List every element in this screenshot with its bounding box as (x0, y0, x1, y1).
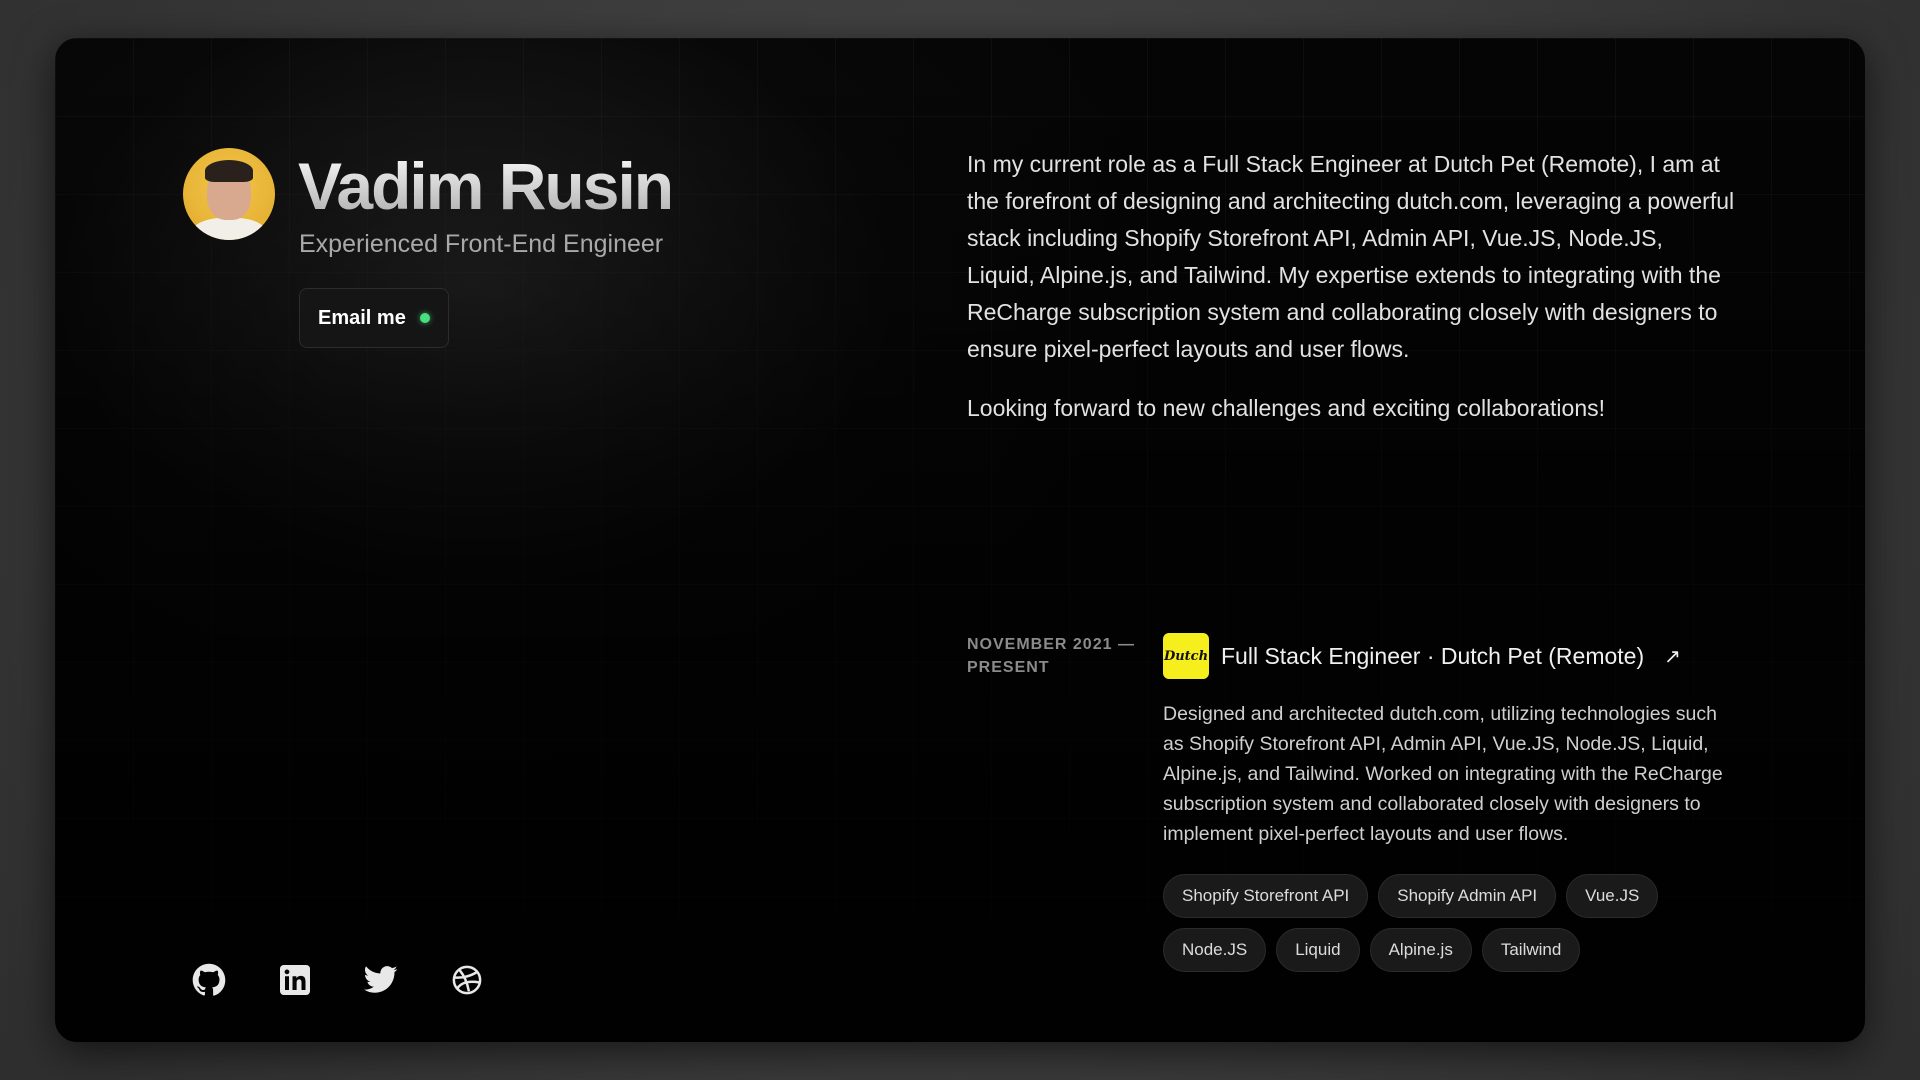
twitter-link[interactable] (363, 962, 399, 998)
dribbble-link[interactable] (449, 962, 485, 998)
about-paragraph: Looking forward to new challenges and ex… (967, 395, 1606, 421)
experience-date: NOVEMBER 2021 — PRESENT (967, 633, 1147, 679)
date-end: PRESENT (967, 659, 1050, 676)
social-links (191, 962, 485, 998)
tech-tags: Shopify Storefront API Shopify Admin API… (1163, 874, 1723, 972)
about-paragraph: In my current role as a Full Stack Engin… (967, 151, 1735, 362)
tech-tag: Shopify Admin API (1378, 874, 1557, 918)
experience-title: Full Stack Engineer · Dutch Pet (Remote) (1221, 642, 1645, 669)
experience-title-link[interactable]: Dutch Full Stack Engineer · Dutch Pet (R… (1163, 633, 1723, 679)
tech-tag: Tailwind (1481, 928, 1581, 972)
profile-subtitle: Experienced Front-End Engineer (299, 230, 664, 258)
portfolio-card: Vadim Rusin Experienced Front-End Engine… (55, 38, 1865, 1042)
tech-tag: Liquid (1276, 928, 1360, 972)
email-me-label: Email me (318, 306, 406, 329)
email-me-button[interactable]: Email me (299, 288, 449, 348)
avatar (183, 148, 275, 240)
tech-tag: Vue.JS (1566, 874, 1659, 918)
experience-description: Designed and architected dutch.com, util… (1163, 703, 1723, 845)
tech-tag: Node.JS (1163, 928, 1267, 972)
linkedin-icon (280, 965, 310, 995)
status-dot-icon (419, 313, 430, 323)
github-icon (192, 963, 226, 996)
tech-tag: Shopify Storefront API (1163, 874, 1369, 918)
experience-details: Dutch Full Stack Engineer · Dutch Pet (R… (1163, 633, 1723, 972)
linkedin-link[interactable] (277, 962, 313, 998)
dutch-logo-icon: Dutch (1163, 633, 1209, 679)
twitter-icon (364, 966, 398, 993)
github-link[interactable] (191, 962, 227, 998)
dribbble-icon (452, 965, 482, 995)
tech-tag: Alpine.js (1369, 928, 1472, 972)
external-link-arrow-icon: ↗ (1664, 645, 1681, 668)
date-start: NOVEMBER 2021 — (967, 636, 1135, 653)
page-title: Vadim Rusin (298, 149, 674, 223)
about-section: In my current role as a Full Stack Engin… (967, 146, 1737, 427)
